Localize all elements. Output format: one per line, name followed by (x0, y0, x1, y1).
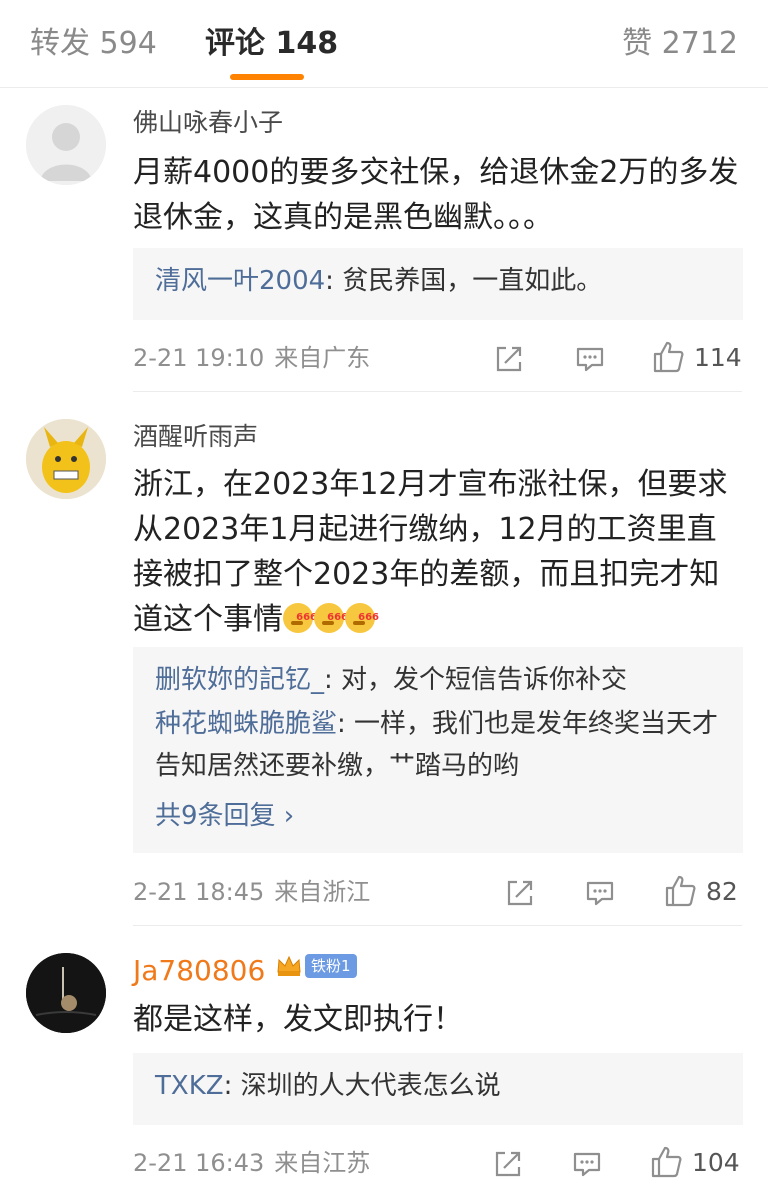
reply-username[interactable]: 删软妳的記钇_ (155, 665, 324, 695)
comment-tabs: 转发 594 评论 148 赞 2712 (0, 0, 768, 88)
more-replies-link[interactable]: 共9条回复 › (155, 795, 721, 837)
like-count: 82 (706, 876, 738, 906)
share-icon (495, 1151, 521, 1177)
like-count: 114 (694, 342, 742, 372)
comment-time: 2-21 16:43 (133, 1149, 265, 1177)
fan-level-label: 铁粉1 (305, 954, 357, 978)
comment-meta: 2-21 16:43 来自江苏 (133, 1148, 370, 1178)
comment-location: 来自江苏 (274, 1149, 371, 1177)
reply-username[interactable]: TXKZ (155, 1071, 224, 1101)
comment-username[interactable]: Ja780806 (133, 955, 265, 987)
reply-text: : 对，发个短信告诉你补交 (324, 665, 628, 695)
comment-item: Ja780806 铁粉1 都是这样，发文即执行！ TXKZ: 深圳的人大代表怎么… (0, 951, 768, 1200)
tab-reposts[interactable]: 转发 594 (30, 24, 157, 64)
reply-text: : 深圳的人大代表怎么说 (223, 1071, 501, 1101)
reply-line: 清风一叶2004: 贫民养国，一直如此。 (155, 260, 721, 302)
thumbs-up-icon (651, 1146, 682, 1178)
comment-text-content: 浙江，在2023年12月才宣布涨社保，但要求从2023年1月起进行缴纳，12月的… (133, 467, 728, 637)
avatar-image (26, 953, 106, 1033)
reply-preview[interactable]: TXKZ: 深圳的人大代表怎么说 (133, 1053, 743, 1125)
share-icon (507, 880, 533, 906)
comment-meta: 2-21 18:45 来自浙江 (133, 877, 370, 907)
repost-button[interactable] (492, 1144, 524, 1184)
reply-line: TXKZ: 深圳的人大代表怎么说 (155, 1065, 721, 1107)
thumbs-up-icon (653, 341, 684, 373)
tab-comments[interactable]: 评论 148 (205, 24, 338, 64)
comment-location: 来自广东 (274, 344, 371, 372)
comment-meta: 2-21 19:10 来自广东 (133, 343, 370, 373)
emoji-tag: 666 (358, 612, 379, 623)
avatar[interactable] (26, 953, 106, 1033)
reply-line: 删软妳的記钇_: 对，发个短信告诉你补交 (155, 659, 721, 701)
reply-username[interactable]: 清风一叶2004 (155, 266, 325, 296)
comment-text: 浙江，在2023年12月才宣布涨社保，但要求从2023年1月起进行缴纳，12月的… (133, 462, 743, 642)
active-tab-indicator (230, 74, 304, 80)
share-icon (496, 346, 522, 372)
like-button[interactable]: 114 (652, 337, 742, 377)
reply-preview[interactable]: 清风一叶2004: 贫民养国，一直如此。 (133, 248, 743, 320)
comment-icon (573, 1152, 601, 1177)
comment-divider (133, 391, 742, 392)
comment-item: 佛山咏春小子 月薪4000的要多交社保，给退休金2万的多发退休金，这真的是黑色幽… (0, 103, 768, 393)
comment-username[interactable]: 佛山咏春小子 (133, 107, 283, 139)
comment-text: 月薪4000的要多交社保，给退休金2万的多发退休金，这真的是黑色幽默。。。 (133, 155, 739, 235)
reply-username[interactable]: 种花蜘蛛脆脆鲨 (155, 709, 337, 739)
comment-username[interactable]: 酒醒听雨声 (133, 421, 258, 453)
comment-icon (586, 881, 614, 906)
emoji-666-icon: 666 (283, 603, 317, 633)
like-button[interactable]: 104 (650, 1142, 740, 1182)
default-avatar-icon (26, 105, 106, 185)
tab-likes[interactable]: 赞 2712 (622, 24, 738, 64)
avatar-image (26, 419, 106, 499)
comment-location: 来自浙江 (274, 878, 371, 906)
repost-button[interactable] (504, 873, 536, 913)
repost-button[interactable] (493, 339, 525, 379)
emoji-666-icon: 666 (345, 603, 379, 633)
crown-icon (277, 955, 301, 976)
avatar[interactable] (26, 105, 106, 185)
like-button[interactable]: 82 (664, 871, 738, 911)
avatar[interactable] (26, 419, 106, 499)
reply-button[interactable] (571, 1144, 603, 1184)
reply-button[interactable] (584, 873, 616, 913)
comment-item: 酒醒听雨声 浙江，在2023年12月才宣布涨社保，但要求从2023年1月起进行缴… (0, 417, 768, 927)
reply-text: : 贫民养国，一直如此。 (325, 266, 603, 296)
comment-time: 2-21 18:45 (133, 878, 265, 906)
reply-line: 种花蜘蛛脆脆鲨: 一样，我们也是发年终奖当天才告知居然还要补缴，艹踏马的哟 (155, 703, 721, 787)
reply-preview[interactable]: 删软妳的記钇_: 对，发个短信告诉你补交 种花蜘蛛脆脆鲨: 一样，我们也是发年终… (133, 647, 743, 853)
comment-text: 都是这样，发文即执行！ (133, 1002, 463, 1037)
comment-icon (576, 347, 604, 372)
like-count: 104 (692, 1147, 740, 1177)
reply-button[interactable] (574, 339, 606, 379)
comment-divider (133, 925, 742, 926)
comment-time: 2-21 19:10 (133, 344, 265, 372)
thumbs-up-icon (665, 875, 696, 907)
fan-badge: 铁粉1 (275, 951, 357, 981)
emoji-666-icon: 666 (314, 603, 348, 633)
